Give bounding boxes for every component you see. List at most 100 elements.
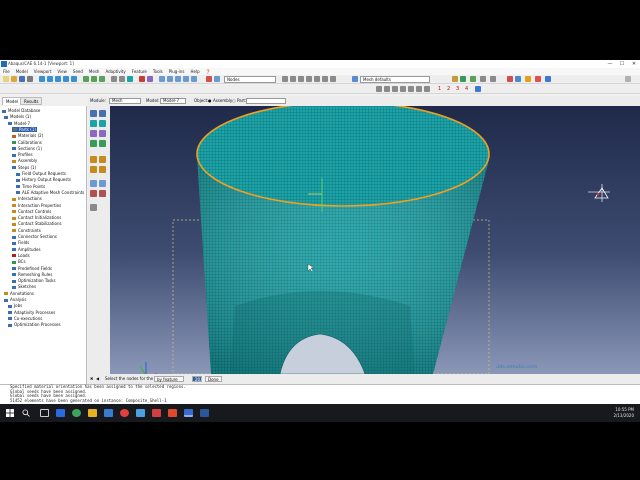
render-wireframe-icon[interactable] (111, 76, 117, 82)
screen-recorder-icon[interactable] (120, 409, 129, 417)
module-select[interactable]: Mesh (109, 98, 141, 104)
tree-item[interactable]: Contact Controls (12, 209, 51, 214)
word-icon[interactable] (200, 409, 209, 417)
maximize-button[interactable]: ☐ (616, 60, 628, 68)
tree-item[interactable]: Optimization Processes (8, 322, 61, 327)
select-all-icon[interactable] (282, 76, 288, 82)
translucency-icon[interactable] (490, 76, 496, 82)
part-radio[interactable]: ○ (232, 96, 236, 106)
tree-item[interactable]: Remeshing Rules (12, 272, 52, 277)
tree-item[interactable]: Contact Stabilizations (12, 221, 62, 226)
assign-orientation-icon[interactable] (90, 190, 97, 197)
create-surface-icon[interactable] (99, 180, 106, 187)
view-1-icon[interactable] (376, 86, 382, 92)
mesh-defaults-select[interactable]: Mesh defaults (360, 76, 430, 83)
wechat-icon[interactable] (72, 409, 81, 417)
tree-item[interactable]: Steps (1) (12, 165, 36, 170)
tab-model[interactable]: Model (2, 97, 23, 105)
rotate-icon[interactable] (47, 76, 53, 82)
tree-item[interactable]: Field Output Requests (16, 171, 66, 176)
pan-icon[interactable] (39, 76, 45, 82)
view-front-icon[interactable] (83, 76, 89, 82)
menu-model[interactable]: Model (13, 68, 31, 75)
simulia-icon[interactable] (545, 76, 551, 82)
mesh-controls-icon[interactable] (90, 130, 97, 137)
select-options-icon[interactable] (290, 76, 296, 82)
edit-mesh-icon[interactable] (90, 156, 97, 163)
system-clock[interactable]: 10:55 PM 2/13/2020 (613, 407, 634, 419)
menu-feature[interactable]: Feature (129, 68, 150, 75)
close-button[interactable]: ✕ (628, 60, 640, 68)
select-crossing-icon[interactable] (330, 76, 336, 82)
partition-icon[interactable] (99, 140, 106, 147)
file-explorer-icon[interactable] (88, 409, 97, 417)
view-iso-icon[interactable] (99, 76, 105, 82)
select-from-viewport-icon[interactable] (214, 76, 220, 82)
tree-item[interactable]: Interaction Properties (12, 203, 61, 208)
tree-item[interactable]: Analysis (4, 297, 26, 302)
verify-mesh-icon[interactable] (90, 140, 97, 147)
menu-mesh[interactable]: Mesh (86, 68, 103, 75)
intersect-icon[interactable] (191, 76, 197, 82)
menu-adaptivity[interactable]: Adaptivity (102, 68, 128, 75)
tree-item[interactable]: Sketches (12, 284, 36, 289)
select-polygon-icon[interactable] (314, 76, 320, 82)
assembly-radio[interactable]: ● (208, 96, 212, 106)
view-2-icon[interactable] (384, 86, 390, 92)
menu-help[interactable]: Help (188, 68, 203, 75)
tree-item[interactable]: Connector Sections (12, 234, 57, 239)
viewport-2-button[interactable]: 2 (447, 86, 450, 92)
display-group-icon[interactable] (159, 76, 165, 82)
tree-item[interactable]: Adaptivity Processes (8, 310, 55, 315)
tree-item[interactable]: Parts (1) (12, 126, 37, 132)
tree-item[interactable]: Assembly (12, 158, 37, 163)
render-hidden-icon[interactable] (119, 76, 125, 82)
windows-start-icon[interactable] (6, 409, 14, 417)
color-code-icon[interactable] (507, 76, 513, 82)
tree-item[interactable]: Amplitudes (12, 247, 41, 252)
tree-item[interactable]: Sections (1) (12, 146, 42, 151)
cancel-icon[interactable]: ✖ (90, 374, 93, 384)
mesh-part-icon[interactable] (90, 120, 97, 127)
done-button[interactable]: Done (205, 376, 222, 382)
menu-tools[interactable]: Tools (150, 68, 166, 75)
tree-item[interactable]: History Output Requests (16, 177, 71, 182)
box-zoom-icon[interactable] (63, 76, 69, 82)
tree-item[interactable]: Model Database (2, 108, 40, 113)
render-style-icon[interactable] (470, 76, 476, 82)
viewport-3-button[interactable]: 3 (456, 86, 459, 92)
tree-item[interactable]: Materials (2) (12, 133, 43, 138)
combine-faces-icon[interactable] (90, 166, 97, 173)
viewport-link-icon[interactable] (475, 86, 481, 92)
mesh-canvas[interactable] (110, 106, 640, 374)
tree-item[interactable]: Calibrations (12, 140, 42, 145)
virtual-topology-icon[interactable] (99, 156, 106, 163)
new-icon[interactable] (3, 76, 9, 82)
angle-input[interactable]: 20.0 (192, 376, 204, 382)
triad-icon[interactable] (535, 76, 541, 82)
create-set-icon[interactable] (90, 180, 97, 187)
auto-fit-icon[interactable] (71, 76, 77, 82)
mesh-color-2-icon[interactable] (460, 76, 466, 82)
powerpoint-icon[interactable] (168, 409, 177, 417)
viewport-1-button[interactable]: 1 (438, 86, 441, 92)
view-6-icon[interactable] (416, 86, 422, 92)
remove-selected-icon[interactable] (175, 76, 181, 82)
query-mesh-icon[interactable] (90, 204, 97, 211)
tree-item[interactable]: Interactions (12, 196, 42, 201)
tree-item[interactable]: Models (1) (4, 114, 31, 119)
view-3-icon[interactable] (392, 86, 398, 92)
tree-item[interactable]: Annotations (4, 291, 34, 296)
csys-icon[interactable] (525, 76, 531, 82)
tree-item[interactable]: ALE Adaptive Mesh Constraints (16, 190, 84, 195)
menu-viewport[interactable]: Viewport (31, 68, 55, 75)
context-help-icon[interactable]: ❓ (203, 68, 214, 75)
menu-view[interactable]: View (54, 68, 70, 75)
edge-browser-icon[interactable] (56, 409, 65, 417)
tree-item[interactable]: BCs (12, 259, 26, 264)
abaqus-taskbar-icon[interactable] (184, 409, 193, 417)
tree-item[interactable]: Time Points (16, 184, 45, 189)
store-icon[interactable] (104, 409, 113, 417)
select-circle-icon[interactable] (306, 76, 312, 82)
view-5-icon[interactable] (408, 86, 414, 92)
